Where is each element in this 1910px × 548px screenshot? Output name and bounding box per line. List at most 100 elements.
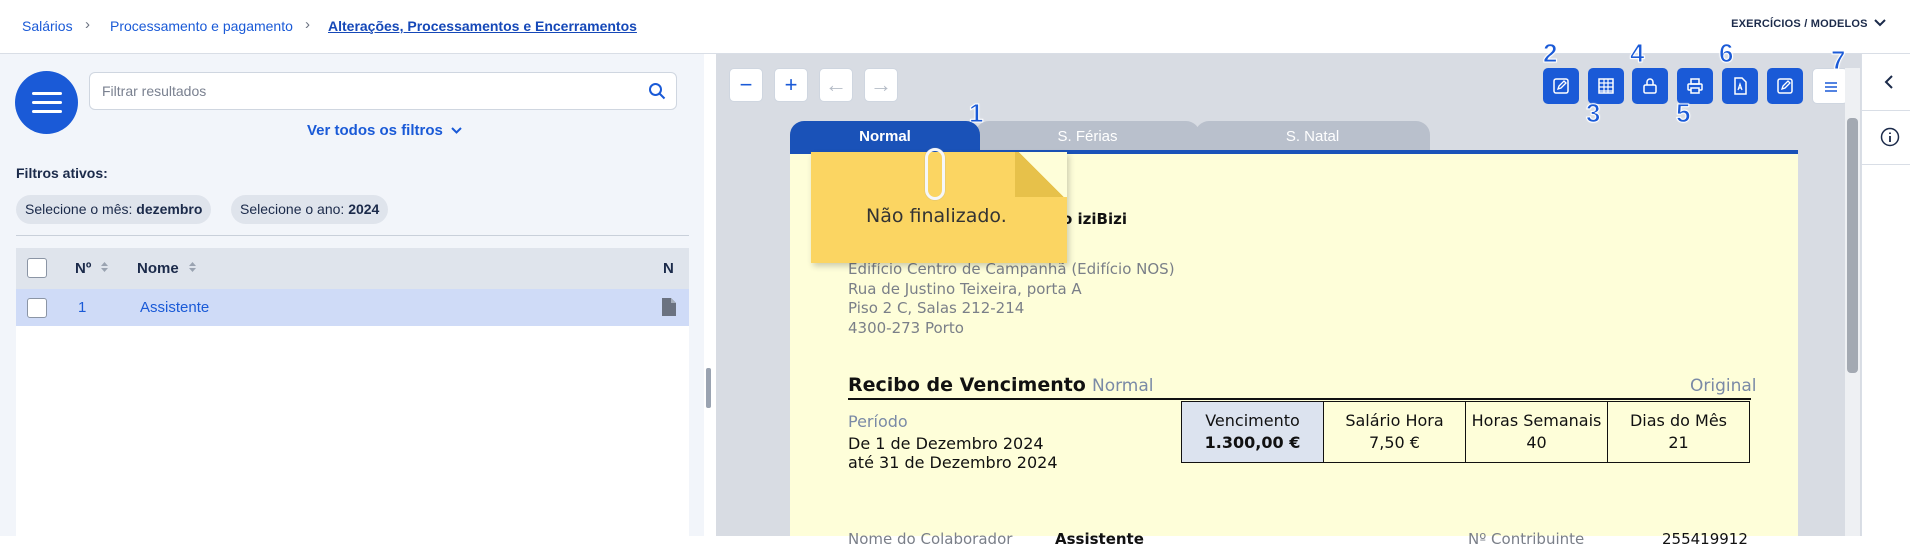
receipt-rule	[848, 398, 1751, 400]
pencil-icon	[1553, 78, 1569, 94]
address-line: Rua de Justino Teixeira, porta A	[848, 280, 1082, 298]
edit-document-button[interactable]	[1767, 68, 1803, 104]
address-line: Piso 2 C, Salas 212-214	[848, 299, 1025, 317]
search-icon[interactable]	[648, 82, 666, 100]
summary-horas-semanais: Horas Semanais 40	[1465, 401, 1608, 463]
callout-number: 3	[1585, 98, 1601, 129]
document-icon[interactable]	[662, 298, 676, 316]
period-to: até 31 de Dezembro 2024	[848, 453, 1058, 472]
hamburger-icon	[32, 92, 62, 95]
receipt-title: Recibo de Vencimento	[848, 374, 1086, 396]
tab-normal[interactable]: Normal	[790, 121, 980, 152]
see-all-filters-link[interactable]: Ver todos os filtros	[307, 122, 462, 139]
panel-resize-handle[interactable]	[706, 368, 711, 408]
note-text: Não finalizado.	[866, 205, 1007, 227]
rail-divider	[1862, 110, 1910, 111]
rail-divider	[1862, 164, 1910, 165]
column-header-n[interactable]: N	[663, 260, 674, 277]
search-box	[89, 72, 677, 110]
column-nome-label: Nome	[137, 260, 179, 277]
summary-label: Horas Semanais	[1471, 411, 1602, 430]
hamburger-line	[32, 101, 62, 104]
lock-button[interactable]	[1632, 68, 1668, 104]
callout-number: 2	[1542, 38, 1558, 69]
column-header-num[interactable]: Nº	[75, 260, 109, 277]
edit-button[interactable]	[1543, 68, 1579, 104]
top-bar: Salários › Processamento e pagamento › A…	[0, 0, 1910, 54]
chip-prefix: Selecione o mês:	[25, 201, 137, 217]
company-name: o iziBizi	[1062, 210, 1127, 228]
collaborator-value: Assistente	[1055, 530, 1144, 548]
chevron-down-icon	[1874, 19, 1886, 27]
period-from: De 1 de Dezembro 2024	[848, 434, 1044, 453]
summary-salario-hora: Salário Hora 7,50 €	[1323, 401, 1466, 463]
exercicios-label: EXERCÍCIOS / MODELOS	[1731, 18, 1868, 30]
summary-value: 1.300,00 €	[1204, 433, 1301, 452]
printer-icon	[1687, 78, 1703, 94]
viewer-scroll-thumb[interactable]	[1847, 118, 1858, 373]
period-label: Período	[848, 412, 908, 431]
divider	[16, 235, 689, 236]
callout-number: 7	[1830, 45, 1846, 76]
info-icon[interactable]	[1880, 127, 1900, 147]
collaborator-label: Nome do Colaborador	[848, 530, 1013, 548]
filter-chip-year[interactable]: Selecione o ano: 2024	[231, 195, 389, 224]
next-button[interactable]: →	[864, 68, 898, 102]
summary-label: Salário Hora	[1345, 411, 1444, 430]
note-fold	[1015, 152, 1067, 197]
chevron-left-icon[interactable]	[1884, 74, 1894, 90]
summary-label: Dias do Mês	[1629, 411, 1727, 430]
nif-value: 255419912	[1662, 530, 1748, 548]
select-all-checkbox[interactable]	[27, 258, 47, 278]
menu-lines-icon	[1825, 82, 1837, 92]
zoom-in-button[interactable]: +	[774, 68, 808, 102]
nif-label: Nº Contribuinte	[1468, 530, 1585, 548]
hamburger-line	[32, 110, 62, 113]
tab-s-ferias[interactable]: S. Férias	[975, 121, 1200, 152]
breadcrumb-processamento[interactable]: Processamento e pagamento	[110, 18, 293, 34]
menu-button[interactable]	[15, 71, 78, 134]
callout-number: 6	[1718, 38, 1734, 69]
summary-label: Vencimento	[1205, 411, 1300, 430]
table-header: Nº Nome N	[16, 248, 689, 289]
summary-value: 40	[1526, 433, 1547, 452]
receipt-copy: Original	[1690, 376, 1757, 396]
row-checkbox[interactable]	[27, 298, 47, 318]
address-line: 4300-273 Porto	[848, 319, 964, 337]
summary-dias-mes: Dias do Mês 21	[1607, 401, 1750, 463]
paperclip-icon	[925, 148, 945, 200]
search-input[interactable]	[102, 83, 642, 99]
sort-icon	[101, 262, 109, 272]
sort-icon	[188, 262, 196, 272]
chevron-down-icon	[451, 127, 462, 134]
employees-table: Nº Nome N 1 Assistente	[16, 248, 689, 536]
breadcrumb-separator-icon: ›	[305, 16, 310, 33]
previous-button[interactable]: ←	[819, 68, 853, 102]
lock-icon	[1643, 78, 1657, 94]
breadcrumb-separator-icon: ›	[85, 16, 90, 33]
column-num-label: Nº	[75, 260, 92, 277]
see-all-filters-label: Ver todos os filtros	[307, 122, 443, 139]
summary-vencimento: Vencimento 1.300,00 €	[1181, 401, 1324, 463]
breadcrumb-current[interactable]: Alterações, Processamentos e Encerrament…	[328, 18, 637, 34]
pencil-icon	[1777, 78, 1793, 94]
pdf-icon	[1734, 77, 1747, 95]
column-header-nome[interactable]: Nome	[137, 260, 197, 277]
summary-value: 7,50 €	[1369, 433, 1420, 452]
filter-chip-month[interactable]: Selecione o mês: dezembro	[16, 195, 212, 224]
receipt-type: Normal	[1092, 376, 1154, 396]
row-name: Assistente	[140, 299, 210, 316]
callout-number: 4	[1629, 38, 1645, 69]
callout-number: 5	[1675, 98, 1691, 129]
active-filters-label: Filtros ativos:	[16, 165, 108, 181]
filter-panel: Ver todos os filtros Filtros ativos: Sel…	[0, 54, 704, 536]
table-row[interactable]: 1 Assistente	[16, 289, 689, 326]
pdf-button[interactable]	[1722, 68, 1758, 104]
zoom-out-button[interactable]: −	[729, 68, 763, 102]
chip-value: dezembro	[136, 201, 203, 217]
table-icon	[1598, 78, 1614, 94]
breadcrumb-salarios[interactable]: Salários	[22, 18, 73, 34]
row-num: 1	[78, 299, 87, 316]
tab-s-natal[interactable]: S. Natal	[1195, 121, 1430, 152]
exercicios-modelos-menu[interactable]: EXERCÍCIOS / MODELOS	[1731, 18, 1886, 30]
